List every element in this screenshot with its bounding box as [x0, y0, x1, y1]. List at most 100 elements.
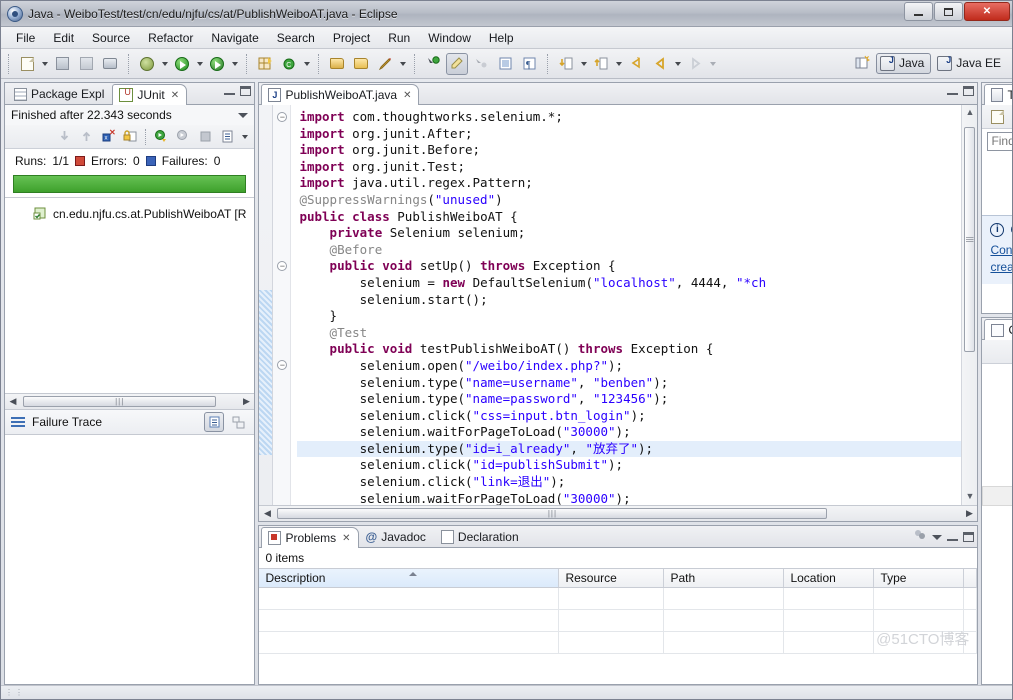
code-line[interactable]: @Test — [297, 325, 961, 342]
code-line[interactable]: import org.junit.Test; — [297, 159, 961, 176]
mark-occurrences-icon[interactable] — [470, 53, 492, 75]
new-class-icon[interactable]: C — [278, 53, 300, 75]
new-dropdown-icon[interactable] — [39, 53, 50, 75]
code-line[interactable]: import java.util.regex.Pattern; — [297, 175, 961, 192]
maximize-button[interactable] — [934, 2, 963, 21]
debug-bug-icon[interactable] — [136, 53, 158, 75]
new-package-icon[interactable] — [254, 53, 276, 75]
code-line[interactable]: selenium = new DefaultSelenium("localhos… — [297, 275, 961, 292]
highlight-pen-icon[interactable] — [446, 52, 468, 75]
close-icon[interactable]: ✕ — [403, 90, 411, 101]
connect-link[interactable]: Connect — [990, 243, 1012, 257]
pencil-dropdown-icon[interactable] — [397, 53, 408, 75]
fold-collapse-icon[interactable]: − — [277, 360, 288, 370]
outline-item[interactable]: CPublishWeiboAT — [982, 426, 1012, 446]
code-line[interactable]: public void testPublishWeiboAT() throws … — [297, 341, 961, 358]
maximize-icon[interactable] — [963, 86, 975, 96]
scrollbar-thumb[interactable]: ||| — [23, 396, 217, 407]
open-task-icon[interactable] — [350, 53, 372, 75]
column-extra[interactable] — [964, 569, 978, 587]
column-type[interactable]: Type — [874, 569, 965, 587]
close-icon[interactable]: ✕ — [342, 533, 350, 544]
scrollbar-thumb[interactable]: ||| — [964, 127, 976, 352]
close-button[interactable]: ✕ — [964, 2, 1010, 21]
code-line[interactable]: @SuppressWarnings("unused") — [297, 192, 961, 209]
outline-item[interactable]: testPublishWeiboAT() : v — [982, 486, 1012, 506]
code-line[interactable]: import com.thoughtworks.selenium.*; — [297, 109, 961, 126]
forward-arrow-icon[interactable] — [684, 53, 706, 75]
scroll-down-icon[interactable]: ▼ — [965, 489, 974, 503]
next-annotation-dropdown-icon[interactable] — [578, 53, 589, 75]
new-class-dropdown-icon[interactable] — [301, 53, 312, 75]
previous-failure-icon[interactable] — [76, 127, 96, 147]
code-line[interactable]: public class PublishWeiboAT { — [297, 209, 961, 226]
junit-results-tree[interactable]: cn.edu.njfu.cs.at.PublishWeiboAT [R — [5, 197, 255, 393]
minimize-icon[interactable] — [947, 533, 959, 541]
last-edit-icon[interactable] — [625, 53, 647, 75]
minimize-icon[interactable] — [947, 87, 959, 95]
create-link[interactable]: create — [990, 260, 1012, 274]
menu-help[interactable]: Help — [480, 28, 523, 48]
show-failures-only-icon[interactable]: x ✕ — [98, 127, 118, 147]
pilcrow-icon[interactable]: ¶ — [518, 53, 540, 75]
outline-item[interactable]: selenium : Selenium — [982, 446, 1012, 466]
back-arrow-icon[interactable] — [649, 53, 671, 75]
tab-declaration[interactable]: Declaration — [434, 526, 527, 547]
scroll-up-icon[interactable]: ▲ — [965, 105, 974, 119]
code-line[interactable]: selenium.open("/weibo/index.php?"); — [297, 358, 961, 375]
search-input[interactable]: Find 🔍 — [987, 131, 1012, 151]
view-menu-icon[interactable] — [238, 112, 249, 118]
previous-annotation-dropdown-icon[interactable] — [613, 53, 624, 75]
problems-rows[interactable]: @51CTO博客 — [259, 588, 978, 654]
open-perspective-icon[interactable] — [851, 52, 873, 74]
code-line[interactable]: selenium.waitForPageToLoad("30000"); — [297, 491, 961, 505]
rerun-failed-icon[interactable] — [173, 127, 193, 147]
code-line[interactable]: private Selenium selenium; — [297, 225, 961, 242]
code-line[interactable]: selenium.type("id=i_already", "放弃了"); — [297, 440, 962, 458]
menu-navigate[interactable]: Navigate — [202, 28, 267, 48]
rerun-test-icon[interactable] — [151, 127, 171, 147]
block-selection-icon[interactable] — [494, 53, 516, 75]
editor-horizontal-scrollbar[interactable]: ◀ ||| ▶ — [259, 505, 978, 521]
junit-horizontal-scrollbar[interactable]: ◀ ||| ▶ — [5, 393, 255, 409]
annotation-ruler[interactable] — [259, 105, 274, 505]
next-annotation-icon[interactable] — [555, 53, 577, 75]
scroll-left-icon[interactable]: ◀ — [259, 508, 275, 519]
column-description[interactable]: Description — [259, 569, 560, 587]
menu-refactor[interactable]: Refactor — [139, 28, 202, 48]
code-line[interactable]: selenium.start(); — [297, 292, 961, 309]
compare-results-icon[interactable] — [204, 412, 225, 432]
column-path[interactable]: Path — [664, 569, 785, 587]
table-row[interactable] — [259, 588, 978, 610]
menu-file[interactable]: File — [7, 28, 44, 48]
external-tools-icon[interactable] — [206, 53, 228, 75]
code-line[interactable]: selenium.click("id=publishSubmit"); — [297, 457, 961, 474]
pencil-icon[interactable] — [374, 53, 396, 75]
view-menu-icon[interactable] — [932, 534, 943, 540]
view-menu-icon[interactable] — [228, 412, 248, 432]
perspective-javaee[interactable]: Java EE — [933, 53, 1008, 74]
maximize-icon[interactable] — [240, 86, 252, 96]
stop-icon[interactable] — [195, 127, 215, 147]
folding-ruler[interactable]: − − − — [273, 105, 292, 505]
table-row[interactable] — [259, 610, 978, 632]
menu-source[interactable]: Source — [83, 28, 139, 48]
scroll-right-icon[interactable]: ▶ — [961, 508, 977, 519]
lock-scroll-icon[interactable] — [120, 127, 140, 147]
tab-outline[interactable]: Outline ✕ — [984, 319, 1012, 340]
source-code[interactable]: import com.thoughtworks.selenium.*; impor… — [291, 105, 962, 505]
previous-annotation-icon[interactable] — [590, 53, 612, 75]
code-line[interactable]: selenium.click("link=退出"); — [297, 474, 961, 491]
close-icon[interactable]: ✕ — [171, 90, 179, 101]
editor-vertical-scrollbar[interactable]: ▲ ||| ▼ — [961, 105, 978, 505]
external-tools-dropdown-icon[interactable] — [229, 53, 240, 75]
print-icon[interactable] — [99, 53, 121, 75]
outline-tree[interactable]: org.junit.Beforeorg.junit.Testjava.util.… — [982, 364, 1012, 684]
outline-item[interactable]: tearDown() : void — [982, 506, 1012, 526]
code-line[interactable]: } — [297, 308, 961, 325]
save-icon[interactable] — [51, 53, 73, 75]
fold-collapse-icon[interactable]: − — [277, 112, 288, 122]
task-list-empty-area[interactable] — [982, 153, 1012, 215]
new-document-icon[interactable] — [16, 53, 38, 75]
code-line[interactable]: @Before — [297, 242, 961, 259]
